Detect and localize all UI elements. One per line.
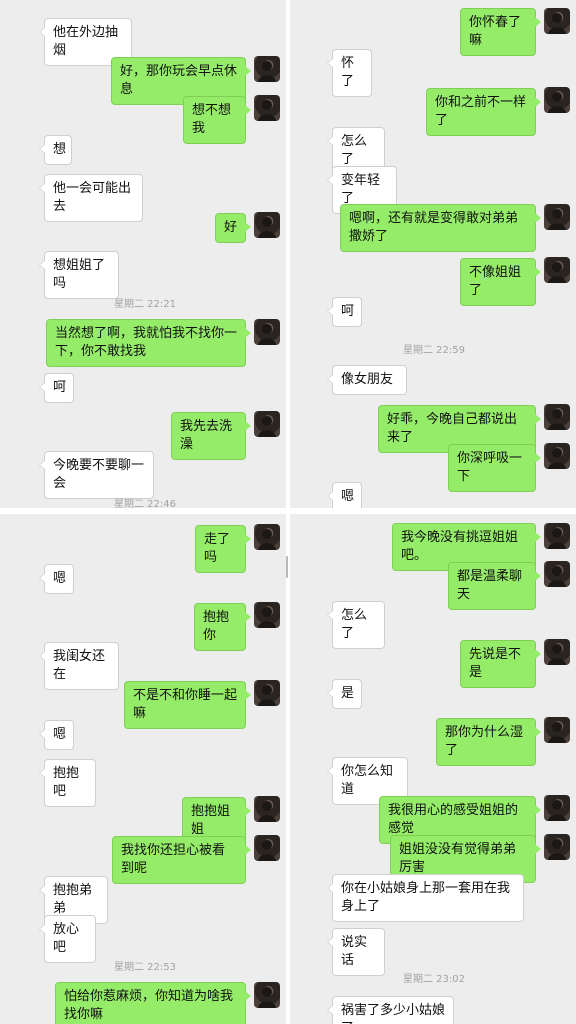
outgoing-message[interactable]: 好 — [215, 213, 251, 243]
timestamp: 星期二 23:02 — [403, 974, 465, 985]
outgoing-message[interactable]: 不是不和你睡一起嘛 — [124, 681, 251, 729]
outgoing-message[interactable]: 怕给你惹麻烦，你知道为啥我找你嘛 — [55, 982, 251, 1024]
user-avatar-icon[interactable] — [544, 204, 570, 230]
incoming-message[interactable]: 怀了 — [327, 49, 372, 97]
chat-panel-bottom-left: 走了吗 嗯 抱抱你 我闺女还在 不是不和你睡一起嘛 嗯 抱抱吧 抱抱姐姐 我找你… — [0, 514, 286, 1024]
timestamp: 星期二 22:21 — [114, 299, 176, 310]
outgoing-message[interactable]: 那你为什么湿了 — [436, 718, 541, 766]
user-avatar-icon[interactable] — [254, 524, 280, 550]
scrollbar[interactable] — [286, 556, 288, 578]
incoming-message[interactable]: 说实话 — [327, 928, 385, 976]
incoming-message[interactable]: 想 — [39, 135, 72, 165]
user-avatar-icon[interactable] — [544, 561, 570, 587]
user-avatar-icon[interactable] — [254, 411, 280, 437]
chat-panel-top-right: 你怀春了嘛 怀了 你和之前不一样了 怎么了 变年轻了 嗯啊，还有就是变得敢对弟弟… — [290, 0, 576, 508]
outgoing-message[interactable]: 走了吗 — [195, 525, 251, 573]
user-avatar-icon[interactable] — [254, 680, 280, 706]
outgoing-message[interactable]: 你和之前不一样了 — [426, 88, 541, 136]
user-avatar-icon[interactable] — [254, 95, 280, 121]
incoming-message[interactable]: 嗯 — [327, 482, 362, 508]
outgoing-message[interactable]: 你深呼吸一下 — [448, 444, 541, 492]
user-avatar-icon[interactable] — [544, 257, 570, 283]
user-avatar-icon[interactable] — [544, 404, 570, 430]
user-avatar-icon[interactable] — [544, 834, 570, 860]
outgoing-message[interactable]: 我先去洗澡 — [171, 412, 251, 460]
user-avatar-icon[interactable] — [544, 717, 570, 743]
outgoing-message[interactable]: 我找你还担心被看到呢 — [112, 836, 251, 884]
incoming-message[interactable]: 你在小姑娘身上那一套用在我身上了 — [327, 874, 524, 922]
user-avatar-icon[interactable] — [254, 982, 280, 1008]
incoming-message[interactable]: 放心吧 — [39, 915, 96, 963]
chat-panel-bottom-right: 我今晚没有挑逗姐姐吧。 都是温柔聊天 怎么了 先说是不是 是 那你为什么湿了 你… — [290, 514, 576, 1024]
timestamp: 星期二 22:46 — [114, 499, 176, 508]
timestamp: 星期二 22:59 — [403, 345, 465, 356]
incoming-message[interactable]: 嗯 — [39, 720, 74, 750]
user-avatar-icon[interactable] — [544, 443, 570, 469]
user-avatar-icon[interactable] — [544, 639, 570, 665]
incoming-message[interactable]: 他一会可能出去 — [39, 174, 143, 222]
incoming-message[interactable]: 嗯 — [39, 564, 74, 594]
user-avatar-icon[interactable] — [544, 523, 570, 549]
incoming-message[interactable]: 今晚要不要聊一会 — [39, 451, 154, 499]
outgoing-message[interactable]: 嗯啊，还有就是变得敢对弟弟撒娇了 — [340, 204, 541, 252]
incoming-message[interactable]: 呵 — [327, 297, 362, 327]
outgoing-message[interactable]: 你怀春了嘛 — [460, 8, 541, 56]
user-avatar-icon[interactable] — [254, 602, 280, 628]
incoming-message[interactable]: 我闺女还在 — [39, 642, 119, 690]
user-avatar-icon[interactable] — [254, 319, 280, 345]
chat-panel-top-left: 他在外边抽烟 好，那你玩会早点休息 想不想我 想 他一会可能出去 好 想姐姐了吗… — [0, 0, 286, 508]
user-avatar-icon[interactable] — [544, 87, 570, 113]
incoming-message[interactable]: 像女朋友 — [327, 365, 407, 395]
outgoing-message[interactable]: 当然想了啊，我就怕我不找你一下，你不敢找我 — [46, 319, 251, 367]
outgoing-message[interactable]: 抱抱你 — [194, 603, 251, 651]
user-avatar-icon[interactable] — [544, 8, 570, 34]
incoming-message[interactable]: 呵 — [39, 373, 74, 403]
outgoing-message[interactable]: 想不想我 — [183, 96, 251, 144]
user-avatar-icon[interactable] — [254, 212, 280, 238]
incoming-message[interactable]: 怎么了 — [327, 601, 385, 649]
incoming-message[interactable]: 想姐姐了吗 — [39, 251, 119, 299]
timestamp: 星期二 22:53 — [114, 962, 176, 973]
incoming-message[interactable]: 是 — [327, 679, 362, 709]
outgoing-message[interactable]: 先说是不是 — [460, 640, 541, 688]
incoming-message[interactable]: 抱抱吧 — [39, 759, 96, 807]
incoming-message[interactable]: 祸害了多少小姑娘了 — [327, 996, 454, 1024]
user-avatar-icon[interactable] — [254, 835, 280, 861]
user-avatar-icon[interactable] — [254, 796, 280, 822]
user-avatar-icon[interactable] — [254, 56, 280, 82]
user-avatar-icon[interactable] — [544, 795, 570, 821]
outgoing-message[interactable]: 不像姐姐了 — [460, 258, 541, 306]
outgoing-message[interactable]: 都是温柔聊天 — [448, 562, 541, 610]
